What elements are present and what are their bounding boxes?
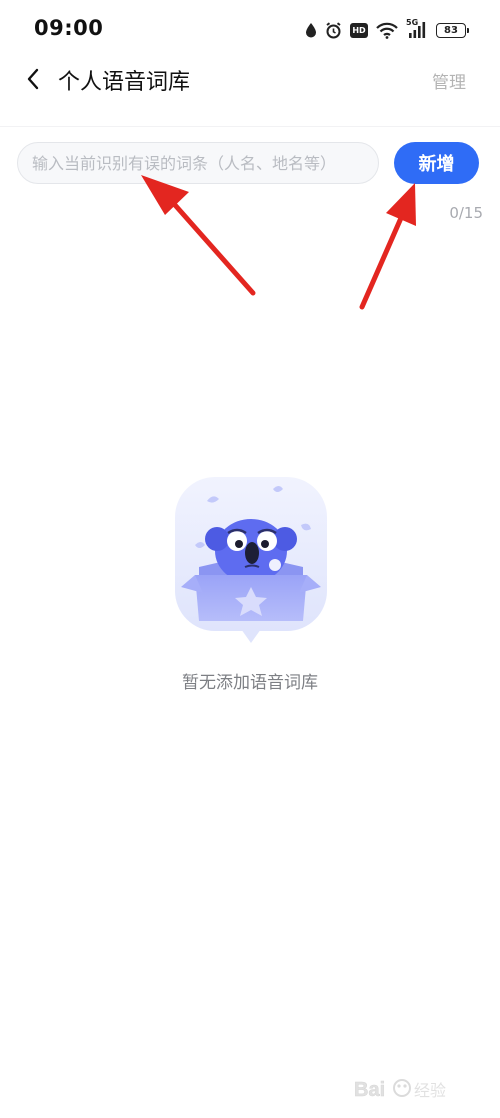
arrow-to-input <box>141 175 256 296</box>
watermark-logo: Bai 经验 <box>354 1079 446 1102</box>
back-button[interactable] <box>18 66 48 96</box>
svg-text:Bai: Bai <box>354 1079 385 1101</box>
divider <box>0 126 500 127</box>
alarm-icon <box>325 21 342 39</box>
wifi-icon <box>376 22 398 39</box>
add-button[interactable]: 新增 <box>394 142 479 184</box>
status-bar: 09:00 HD 5G 83 <box>0 0 500 58</box>
arrow-to-add-button <box>359 183 416 310</box>
screen: 09:00 HD 5G 83 个人语音词库 管理 输入当前识别有误的词条（人名、… <box>0 0 500 1118</box>
status-time: 09:00 <box>34 16 104 40</box>
status-icons: HD 5G 83 <box>305 18 469 42</box>
empty-state-message: 暂无添加语音词库 <box>182 673 318 693</box>
page-title: 个人语音词库 <box>58 70 191 95</box>
battery-icon: 83 <box>436 22 469 38</box>
term-input[interactable] <box>17 142 379 184</box>
signal-icon: 5G <box>406 18 428 39</box>
baidu-watermark: Bai 经验 <box>354 1074 474 1104</box>
manage-button[interactable]: 管理 <box>432 68 466 93</box>
empty-state-illustration <box>175 477 327 643</box>
entry-counter: 0/15 <box>449 204 483 222</box>
hd-icon: HD <box>350 22 368 38</box>
nav-bar: 个人语音词库 管理 <box>0 58 500 126</box>
drop-icon <box>305 22 317 38</box>
svg-text:经验: 经验 <box>414 1081 446 1100</box>
chevron-left-icon <box>26 68 40 94</box>
